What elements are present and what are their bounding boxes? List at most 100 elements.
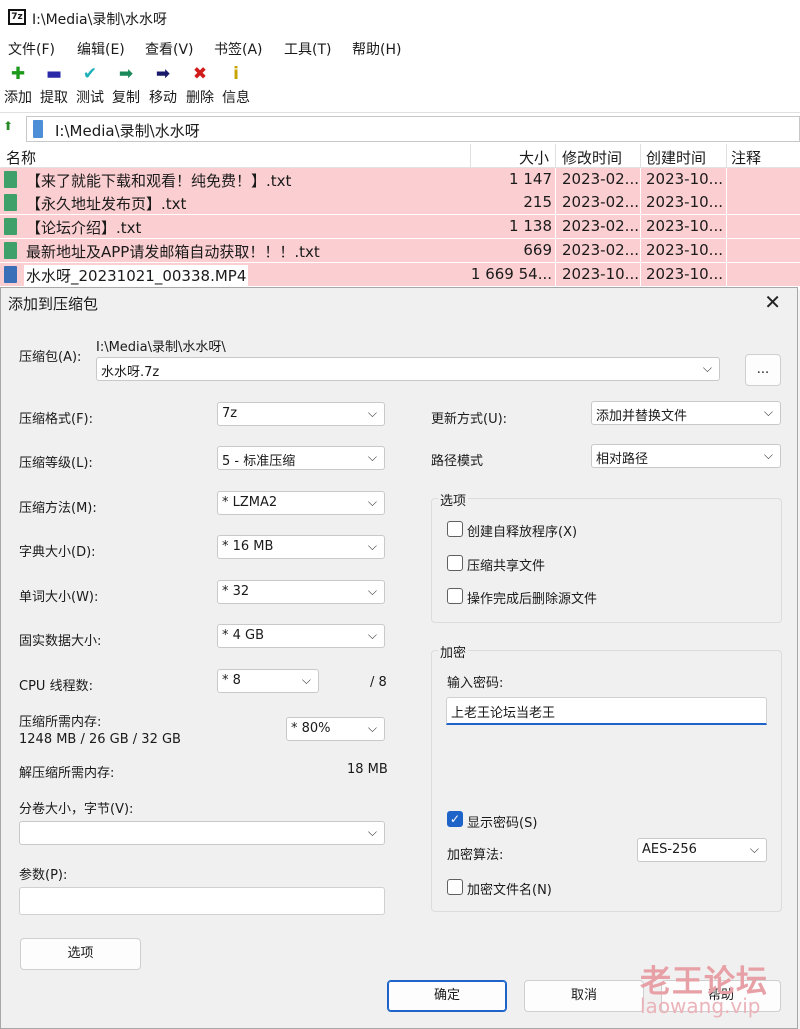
menu-bar: 文件(F) 编辑(E) 查看(V) 书签(A) 工具(T) 帮助(H)	[0, 36, 800, 60]
encrypt-names-checkbox[interactable]	[447, 879, 463, 895]
solid-select[interactable]: * 4 GB ⌵	[217, 624, 385, 648]
cpu-select[interactable]: * 8 ⌵	[217, 669, 319, 693]
file-created: 2023-10...	[646, 170, 723, 188]
delete-x-icon: ✖	[192, 64, 208, 84]
file-size: 1 669 54...	[470, 265, 552, 283]
column-modified[interactable]: 修改时间	[562, 147, 622, 168]
check-icon: ✔	[82, 64, 98, 84]
options-button[interactable]: 选项	[20, 938, 141, 970]
file-row[interactable]: 【来了就能下载和观看！纯免费！】.txt 1 147 2023-02... 2023-…	[0, 168, 800, 191]
archive-name-combo[interactable]: 水水呀.7z ⌵	[96, 357, 720, 381]
delete-after-checkbox[interactable]	[447, 588, 463, 604]
split-select[interactable]: ⌵	[19, 821, 385, 845]
show-password-label: 显示密码(S)	[467, 816, 538, 831]
menu-tools[interactable]: 工具(T)	[284, 39, 331, 59]
memory-percent-value: * 80%	[291, 721, 331, 736]
address-text: I:\Media\录制\水水呀	[55, 122, 200, 140]
update-select[interactable]: 添加并替换文件 ⌵	[591, 401, 781, 425]
file-size: 669	[523, 241, 552, 259]
column-comment[interactable]: 注释	[731, 147, 761, 168]
chevron-down-icon: ⌵	[367, 495, 377, 509]
chevron-down-icon: ⌵	[702, 361, 712, 375]
up-folder-icon[interactable]: ⬆	[3, 119, 19, 135]
archive-path: I:\Media\录制\水水呀\	[96, 340, 226, 355]
password-input[interactable]: 上老王论坛当老王	[446, 697, 767, 725]
column-size[interactable]: 大小	[519, 147, 549, 168]
menu-file[interactable]: 文件(F)	[8, 39, 55, 59]
path-value: 相对路径	[596, 452, 649, 467]
solid-value: * 4 GB	[222, 628, 265, 643]
method-label: 压缩方法(M):	[19, 501, 97, 516]
video-file-icon	[4, 266, 17, 283]
format-value: 7z	[222, 406, 238, 421]
info-icon: i	[233, 64, 239, 84]
info-button[interactable]: i 信息	[218, 62, 254, 108]
show-password-checkbox[interactable]: ✓	[447, 811, 463, 827]
level-select[interactable]: 5 - 标准压缩 ⌵	[217, 446, 385, 470]
file-name: 【来了就能下载和观看！纯免费！】.txt	[26, 172, 292, 190]
menu-edit[interactable]: 编辑(E)	[77, 39, 125, 59]
path-select[interactable]: 相对路径 ⌵	[591, 444, 781, 468]
column-created[interactable]: 创建时间	[646, 147, 706, 168]
dialog-title: 添加到压缩包	[8, 295, 99, 313]
chevron-down-icon: ⌵	[367, 539, 377, 553]
file-row[interactable]: 【永久地址发布页】.txt 215 2023-02... 2023-10...	[0, 191, 800, 214]
options-group-title: 选项	[438, 490, 469, 509]
file-manager-window: 7z I:\Media\录制\水水呀 文件(F) 编辑(E) 查看(V) 书签(…	[0, 0, 800, 290]
file-size: 1 147	[509, 170, 552, 188]
file-size: 1 138	[509, 217, 552, 235]
archive-name-value: 水水呀.7z	[101, 365, 160, 380]
chevron-down-icon: ⌵	[367, 584, 377, 598]
address-input[interactable]: I:\Media\录制\水水呀	[26, 116, 800, 142]
text-file-icon	[4, 171, 17, 188]
level-value: 5 - 标准压缩	[222, 454, 296, 469]
password-label: 输入密码:	[447, 676, 504, 691]
file-name: 最新地址及APP请发邮箱自动获取！！！.txt	[26, 243, 320, 261]
encrypt-names-label: 加密文件名(N)	[467, 883, 552, 898]
folder-icon	[33, 120, 43, 138]
menu-view[interactable]: 查看(V)	[145, 39, 194, 59]
file-name: 【永久地址发布页】.txt	[26, 195, 187, 213]
add-to-archive-dialog: 添加到压缩包 ✕ 压缩包(A): I:\Media\录制\水水呀\ 水水呀.7z…	[0, 287, 798, 1029]
split-label: 分卷大小，字节(V):	[19, 802, 134, 817]
decompress-memory-label: 解压缩所需内存:	[19, 766, 115, 781]
memory-percent-select[interactable]: * 80% ⌵	[286, 717, 385, 741]
address-bar: ⬆ I:\Media\录制\水水呀	[0, 112, 800, 142]
word-select[interactable]: * 32 ⌵	[217, 580, 385, 604]
file-list-header: 名称 大小 修改时间 创建时间 注释	[0, 144, 800, 168]
file-row[interactable]: 水水呀_20231021_00338.MP4 1 669 54... 2023-10…	[0, 263, 800, 286]
format-select[interactable]: 7z ⌵	[217, 402, 385, 426]
delete-after-label: 操作完成后删除源文件	[467, 592, 598, 607]
cpu-max: / 8	[370, 675, 387, 690]
file-row[interactable]: 【论坛介绍】.txt 1 138 2023-02... 2023-10...	[0, 215, 800, 238]
file-modified: 2023-02...	[562, 170, 639, 188]
sfx-checkbox[interactable]	[447, 521, 463, 537]
watermark-url: laowang.vip	[640, 994, 761, 1018]
shared-files-checkbox[interactable]	[447, 555, 463, 571]
cpu-value: * 8	[222, 673, 241, 688]
browse-button[interactable]: ...	[745, 354, 781, 386]
chevron-down-icon: ⌵	[763, 405, 773, 419]
file-modified: 2023-10...	[562, 265, 639, 283]
method-value: * LZMA2	[222, 495, 278, 510]
file-row[interactable]: 最新地址及APP请发邮箱自动获取！！！.txt 669 2023-02... 2023…	[0, 239, 800, 262]
method-select[interactable]: * LZMA2 ⌵	[217, 491, 385, 515]
encryption-method-select[interactable]: AES-256 ⌵	[637, 838, 767, 862]
dict-value: * 16 MB	[222, 539, 274, 554]
level-label: 压缩等级(L):	[19, 456, 93, 471]
archive-label: 压缩包(A):	[19, 350, 82, 365]
params-input[interactable]	[19, 887, 385, 915]
cancel-button[interactable]: 取消	[524, 980, 644, 1012]
ok-button[interactable]: 确定	[387, 980, 507, 1012]
column-name[interactable]: 名称	[6, 147, 36, 168]
memory-value: 1248 MB / 26 GB / 32 GB	[19, 732, 181, 747]
menu-help[interactable]: 帮助(H)	[352, 39, 401, 59]
text-file-icon	[4, 194, 17, 211]
sfx-label: 创建自释放程序(X)	[467, 525, 578, 540]
word-value: * 32	[222, 584, 250, 599]
solid-label: 固实数据大小:	[19, 634, 102, 649]
dict-select[interactable]: * 16 MB ⌵	[217, 535, 385, 559]
menu-bookmarks[interactable]: 书签(A)	[214, 39, 263, 59]
text-file-icon	[4, 242, 17, 259]
close-icon[interactable]: ✕	[764, 290, 781, 314]
